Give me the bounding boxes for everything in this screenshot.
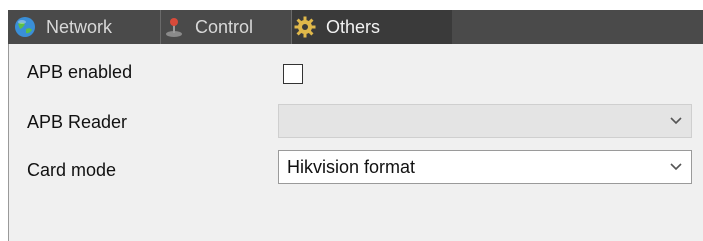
- tab-control-label: Control: [195, 16, 254, 37]
- top-caption-fragment: [0, 0, 703, 10]
- chevron-down-icon: [670, 117, 682, 125]
- card-mode-value: Hikvision format: [287, 157, 416, 177]
- card-mode-label: Card mode: [27, 160, 117, 180]
- tab-bar: Network Control Others: [8, 10, 703, 44]
- gear-icon: [292, 14, 318, 40]
- globe-icon: [12, 14, 38, 40]
- chevron-down-icon: [670, 163, 682, 171]
- settings-panel: APB enabled APB Reader Card mode Hikvisi…: [8, 44, 703, 241]
- apb-enabled-checkbox[interactable]: [283, 64, 303, 84]
- tab-control[interactable]: Control: [160, 10, 292, 44]
- tab-others[interactable]: Others: [291, 10, 452, 44]
- tab-others-label: Others: [326, 16, 381, 37]
- tab-network-label: Network: [46, 16, 113, 37]
- tab-network[interactable]: Network: [12, 10, 160, 44]
- apb-enabled-label: APB enabled: [27, 62, 133, 82]
- apb-reader-select[interactable]: [278, 104, 692, 138]
- joystick-icon: [161, 14, 187, 40]
- apb-reader-label: APB Reader: [27, 112, 128, 132]
- card-mode-select[interactable]: Hikvision format: [278, 150, 692, 184]
